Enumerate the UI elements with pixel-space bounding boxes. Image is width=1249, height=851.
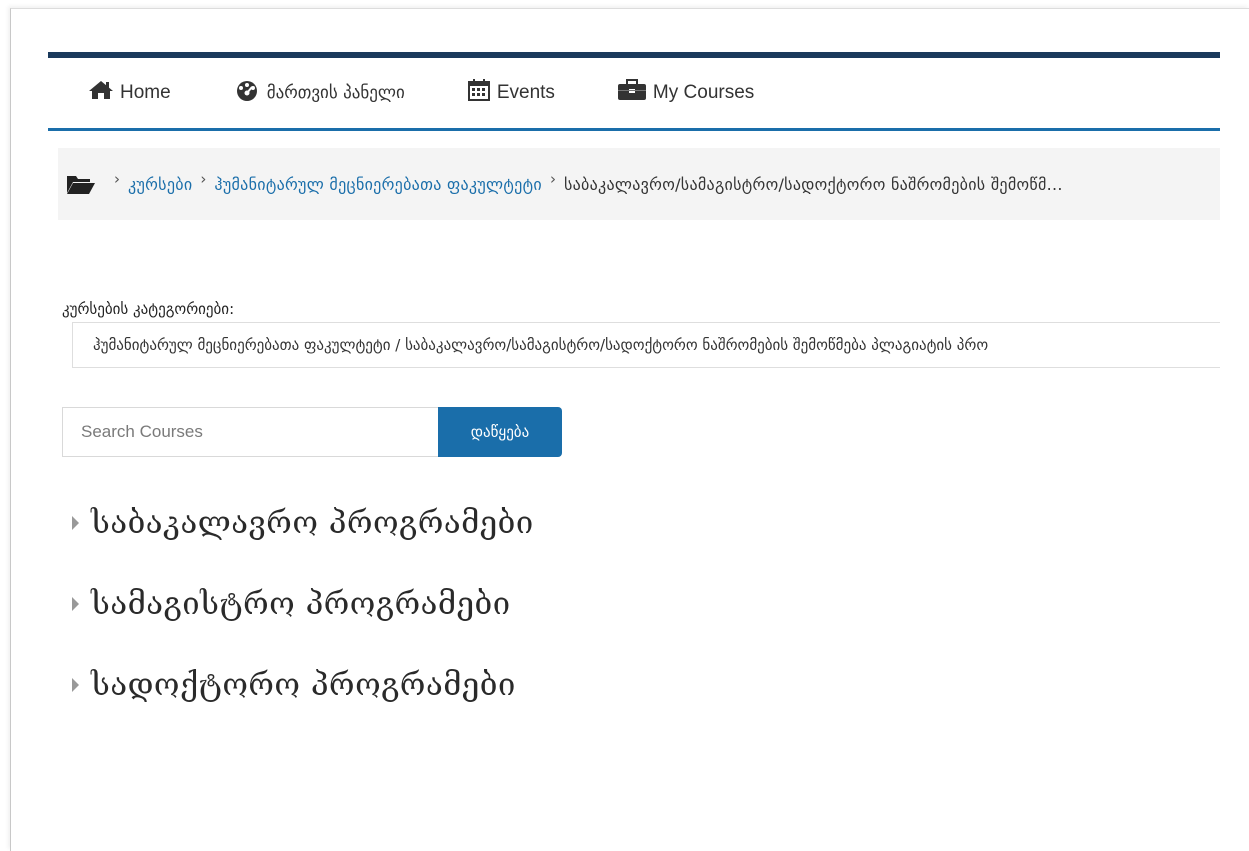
category-title: სამაგისტრო პროგრამები (91, 586, 511, 622)
home-icon (88, 80, 120, 106)
breadcrumb-link-faculty[interactable]: ჰუმანიტარულ მეცნიერებათა ფაკულტეტი (214, 175, 542, 194)
caret-right-icon (72, 597, 79, 611)
nav-label: Events (496, 82, 555, 103)
category-master-programs[interactable]: სამაგისტრო პროგრამები (72, 586, 511, 622)
breadcrumb-separator: › (200, 170, 207, 188)
breadcrumb-separator: › (114, 170, 120, 188)
category-bachelor-programs[interactable]: საბაკალავრო პროგრამები (72, 505, 534, 541)
folder-open-icon (66, 173, 96, 195)
breadcrumb-current: საბაკალავრო/სამაგისტრო/სადოქტორო ნაშრომე… (563, 174, 1063, 194)
caret-right-icon (72, 516, 79, 530)
search-go-button[interactable]: დაწყება (438, 407, 562, 457)
category-select[interactable]: ჰუმანიტარულ მეცნიერებათა ფაკულტეტი / საბ… (72, 322, 1220, 368)
calendar-icon (467, 78, 497, 108)
nav-label: My Courses (652, 82, 755, 103)
dashboard-icon (233, 79, 267, 107)
caret-right-icon (72, 678, 79, 692)
breadcrumb-separator: › (549, 170, 556, 188)
nav-item-events[interactable]: Events (467, 78, 555, 108)
nav-label: Home (120, 82, 171, 103)
nav-item-my-courses[interactable]: My Courses (617, 79, 754, 107)
briefcase-icon (617, 79, 653, 107)
nav-item-home[interactable]: Home (88, 80, 171, 106)
category-title: სადოქტორო პროგრამები (91, 667, 516, 703)
search-courses-input[interactable] (62, 407, 439, 457)
breadcrumb: › კურსები › ჰუმანიტარულ მეცნიერებათა ფაკ… (58, 148, 1220, 220)
breadcrumb-link-courses[interactable]: კურსები (128, 175, 192, 194)
category-doctoral-programs[interactable]: სადოქტორო პროგრამები (72, 667, 516, 703)
category-title: საბაკალავრო პროგრამები (91, 505, 534, 541)
main-navbar: Home მართვის პანელი Events My Courses (48, 58, 1220, 131)
category-label: კურსების კატეგორიები: (62, 300, 235, 318)
nav-item-dashboard[interactable]: მართვის პანელი (233, 79, 405, 107)
nav-label: მართვის პანელი (266, 83, 405, 103)
